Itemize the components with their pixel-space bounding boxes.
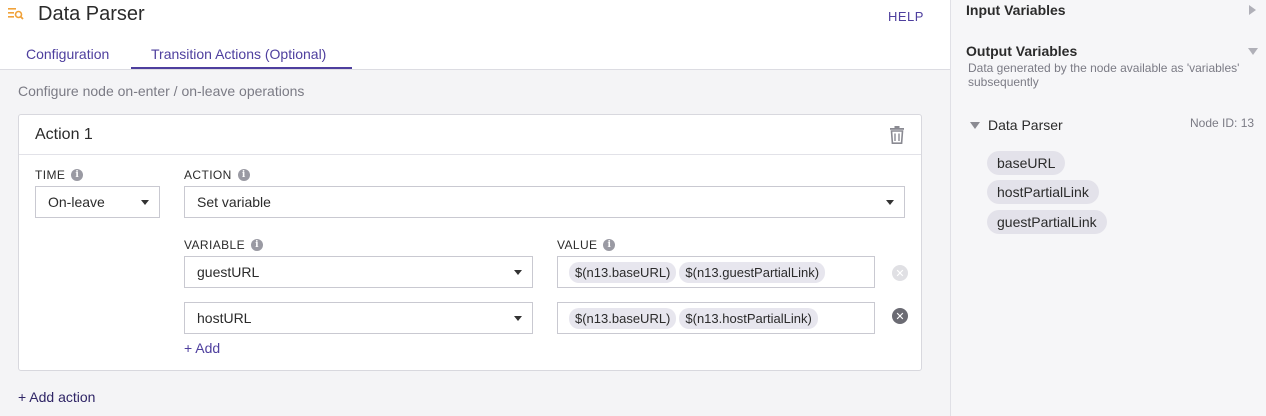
time-label-text: TIME [35,168,66,182]
section-subtitle: Configure node on-enter / on-leave opera… [18,83,305,99]
variable-select-value: hostURL [197,310,252,326]
output-variable-chip[interactable]: guestPartialLink [987,210,1107,234]
action-label-text: ACTION [184,168,232,182]
remove-row-icon[interactable]: ✕ [892,308,908,324]
value-label-text: VALUE [557,238,598,252]
variable-label: VARIABLE i [184,238,264,252]
data-parser-icon [8,8,24,20]
header: Data Parser HELP Configuration Transitio… [0,0,950,70]
value-input[interactable]: $(n13.baseURL) $(n13.hostPartialLink) [557,302,875,334]
action-card-header: Action 1 [19,115,921,155]
action-card: Action 1 TIME i On-leave ACTION i Set va… [18,114,922,371]
time-select[interactable]: On-leave [35,186,160,218]
info-icon: i [237,169,250,181]
tab-transition-actions[interactable]: Transition Actions (Optional) [151,46,326,62]
action-label: ACTION i [184,168,250,182]
time-select-value: On-leave [48,194,105,210]
time-label: TIME i [35,168,84,182]
info-icon: i [71,169,84,181]
variable-label-text: VARIABLE [184,238,246,252]
chevron-down-icon [514,316,522,321]
add-action-button[interactable]: + Add action [18,389,95,405]
input-variables-title[interactable]: Input Variables [966,2,1066,18]
editor-pane: Data Parser HELP Configuration Transitio… [0,0,950,416]
chevron-down-icon [141,200,149,205]
variable-chip[interactable]: $(n13.baseURL) [569,261,677,283]
variable-select-value: guestURL [197,264,260,280]
chevron-down-icon [886,200,894,205]
add-variable-link[interactable]: + Add [184,340,220,356]
variables-panel: Input Variables Output Variables Data ge… [950,0,1266,416]
action-select[interactable]: Set variable [184,186,905,218]
variable-select[interactable]: hostURL [184,302,533,334]
value-input[interactable]: $(n13.baseURL) $(n13.guestPartialLink) [557,256,875,288]
chevron-right-icon[interactable] [1249,5,1256,15]
variable-chip[interactable]: $(n13.guestPartialLink) [679,261,826,283]
page-title: Data Parser [38,3,145,25]
output-variable-chip[interactable]: hostPartialLink [987,180,1099,204]
node-name[interactable]: Data Parser [988,117,1063,133]
output-variable-chip[interactable]: baseURL [987,151,1066,175]
variable-chip[interactable]: $(n13.hostPartialLink) [679,307,818,329]
trash-icon[interactable] [889,126,905,144]
output-variables-title[interactable]: Output Variables [966,43,1077,59]
variable-chip[interactable]: $(n13.baseURL) [569,307,677,329]
caret-down-icon[interactable] [970,122,980,129]
output-variables-description: Data generated by the node available as … [968,61,1240,89]
action-select-value: Set variable [197,194,271,210]
tab-configuration[interactable]: Configuration [26,46,109,62]
info-icon: i [251,239,264,251]
node-id: Node ID: 13 [1190,116,1255,130]
variable-select[interactable]: guestURL [184,256,533,288]
active-tab-indicator [131,67,352,69]
help-link[interactable]: HELP [888,9,924,24]
chevron-down-icon[interactable] [1248,48,1258,55]
action-title: Action 1 [35,126,93,143]
info-icon: i [603,239,616,251]
value-label: VALUE i [557,238,616,252]
remove-row-icon[interactable]: ✕ [892,265,908,281]
chevron-down-icon [514,270,522,275]
